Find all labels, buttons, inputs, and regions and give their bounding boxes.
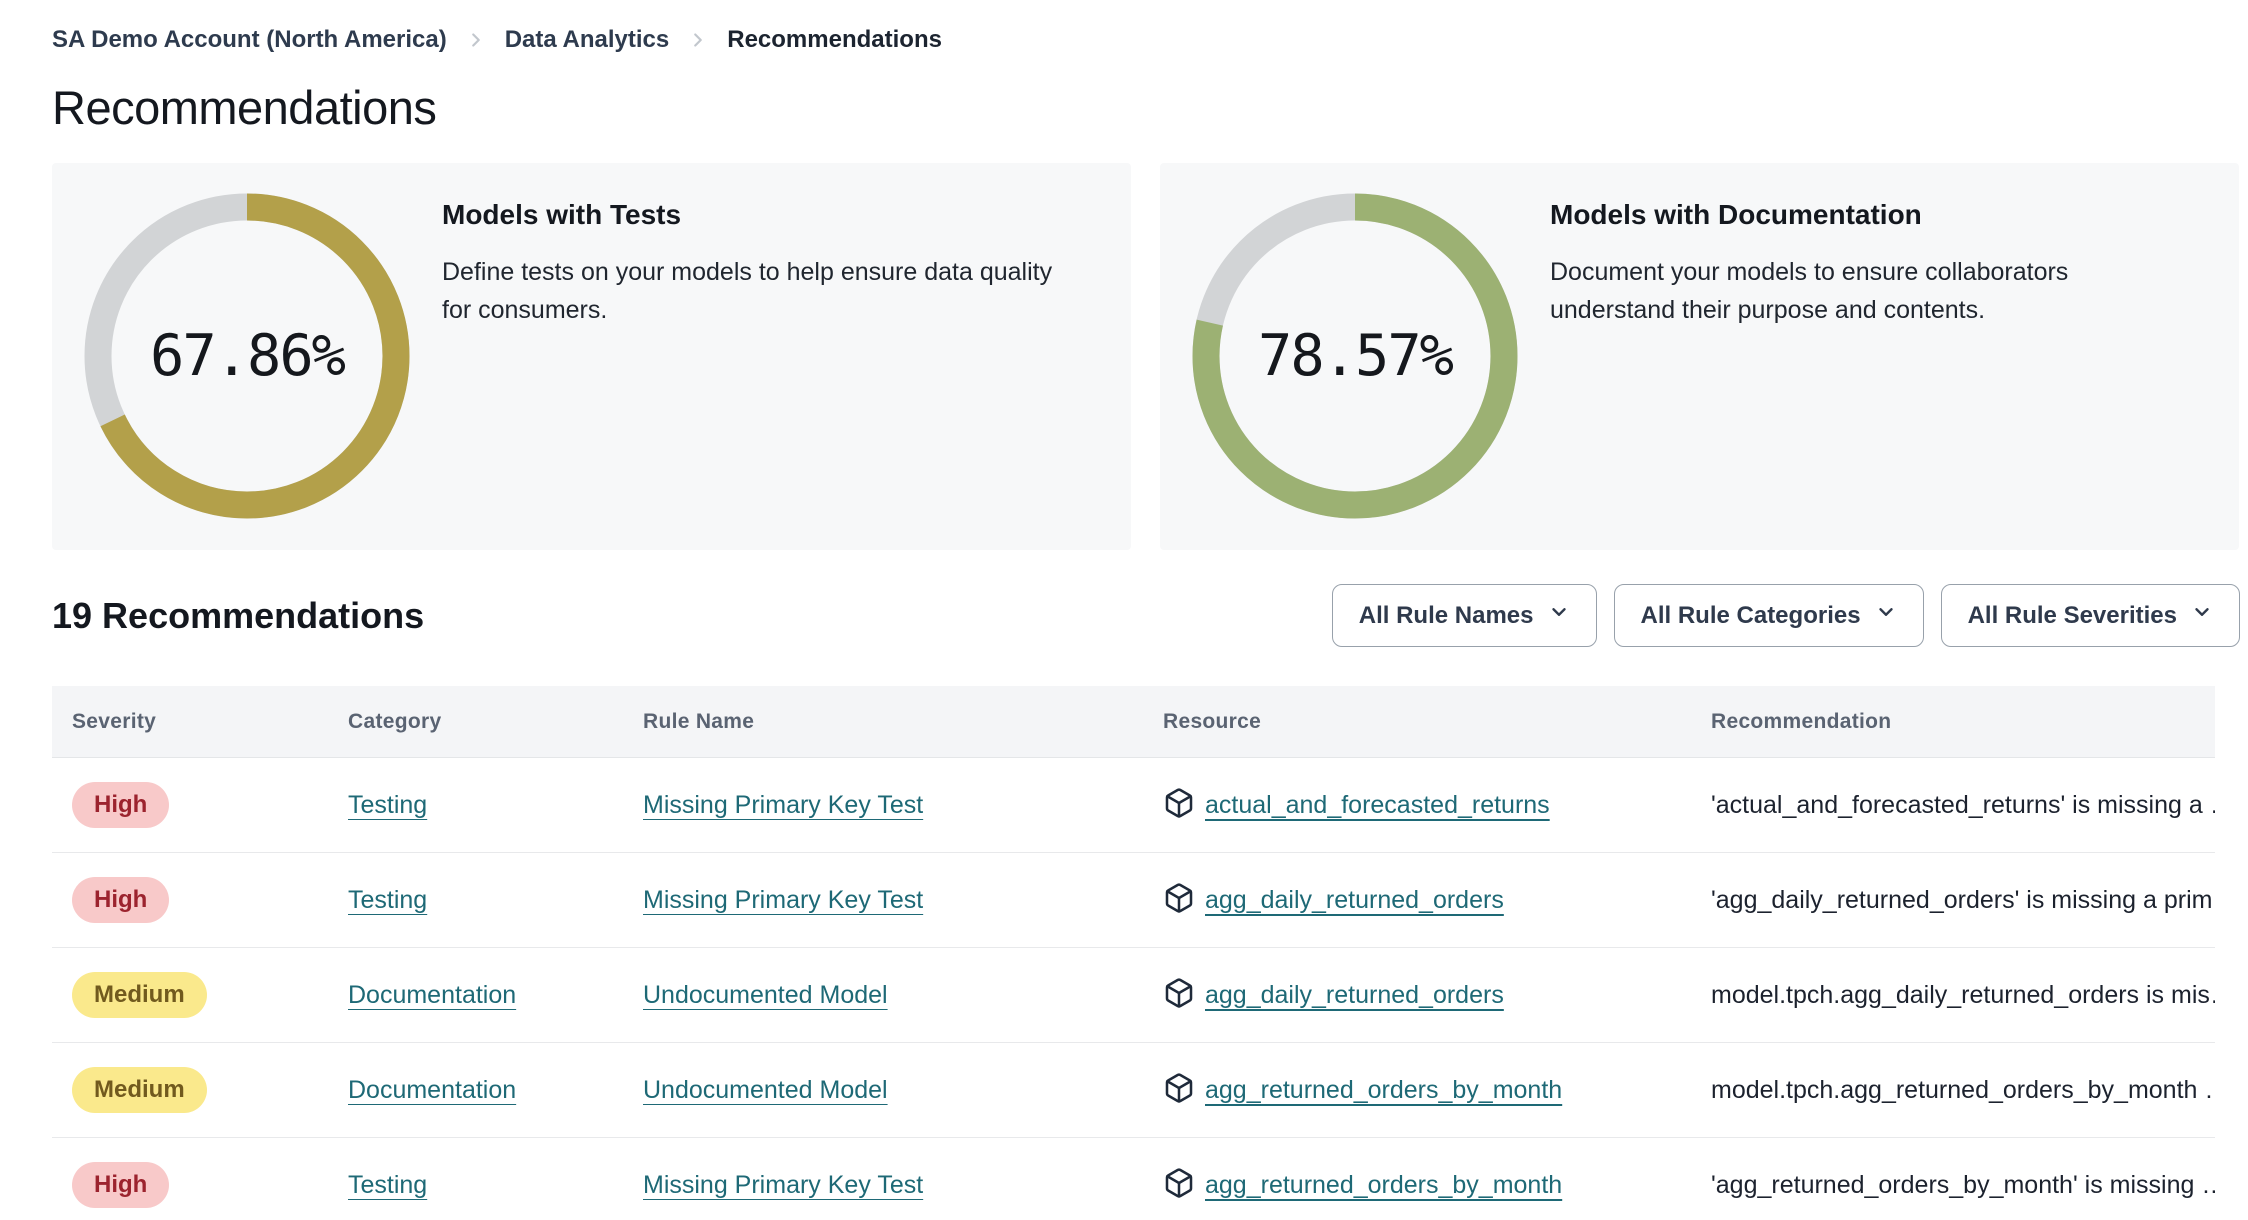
rule-names-filter-dropdown[interactable]: All Rule Names xyxy=(1331,584,1597,647)
rule-severities-filter-dropdown[interactable]: All Rule Severities xyxy=(1940,584,2240,647)
category-link[interactable]: Testing xyxy=(348,791,427,819)
column-header-category: Category xyxy=(348,709,442,733)
rule-name-link[interactable]: Undocumented Model xyxy=(643,981,888,1009)
model-cube-icon xyxy=(1163,1072,1195,1109)
category-link[interactable]: Testing xyxy=(348,886,427,914)
severity-badge: Medium xyxy=(72,972,207,1018)
filter-label: All Rule Names xyxy=(1358,601,1534,629)
table-row: High Testing Missing Primary Key Test ag… xyxy=(52,1138,2215,1220)
category-link[interactable]: Documentation xyxy=(348,1076,516,1104)
column-header-resource: Resource xyxy=(1163,709,1262,733)
column-header-recommendation: Recommendation xyxy=(1711,709,1892,733)
severity-badge: High xyxy=(72,782,170,828)
recommendation-text: 'agg_daily_returned_orders' is missing a… xyxy=(1711,885,2215,914)
models-with-tests-card: 67.86% Models with Tests Define tests on… xyxy=(52,163,1131,550)
breadcrumb-item-project[interactable]: Data Analytics xyxy=(505,26,670,54)
resource-link[interactable]: agg_daily_returned_orders xyxy=(1205,981,1504,1010)
card-description: Define tests on your models to help ensu… xyxy=(442,258,1053,324)
tests-donut-chart: 67.86% xyxy=(82,191,412,521)
resource-link[interactable]: agg_returned_orders_by_month xyxy=(1205,1076,1562,1105)
rule-categories-filter-dropdown[interactable]: All Rule Categories xyxy=(1613,584,1924,647)
documentation-percent-value: 78.57% xyxy=(1258,323,1454,389)
tests-percent-value: 67.86% xyxy=(150,323,346,389)
column-header-severity: Severity xyxy=(72,709,157,733)
chevron-down-icon xyxy=(2191,601,2213,630)
table-row: Medium Documentation Undocumented Model … xyxy=(52,948,2215,1043)
resource-link[interactable]: actual_and_forecasted_returns xyxy=(1205,791,1550,820)
card-title: Models with Documentation xyxy=(1550,199,1922,230)
recommendation-text: model.tpch.agg_daily_returned_orders is … xyxy=(1711,980,2215,1009)
model-cube-icon xyxy=(1163,1167,1195,1204)
recommendation-text: 'actual_and_forecasted_returns' is missi… xyxy=(1711,790,2215,819)
resource-link[interactable]: agg_daily_returned_orders xyxy=(1205,886,1504,915)
model-cube-icon xyxy=(1163,787,1195,824)
breadcrumb-chevron-icon xyxy=(687,29,709,51)
models-with-documentation-card: 78.57% Models with Documentation Documen… xyxy=(1160,163,2239,550)
card-title: Models with Tests xyxy=(442,199,682,230)
category-link[interactable]: Documentation xyxy=(348,981,516,1009)
page-title: Recommendations xyxy=(52,81,437,134)
summary-cards: 67.86% Models with Tests Define tests on… xyxy=(52,163,2240,550)
card-description: Document your models to ensure collabora… xyxy=(1550,258,2069,324)
rule-name-link[interactable]: Missing Primary Key Test xyxy=(643,886,923,914)
recommendation-text: model.tpch.agg_returned_orders_by_month … xyxy=(1711,1075,2215,1104)
recommendations-count-heading: 19 Recommendations xyxy=(52,594,425,636)
table-header-row: Severity Category Rule Name Resource Rec… xyxy=(52,686,2215,758)
breadcrumb: SA Demo Account (North America) Data Ana… xyxy=(52,24,2248,56)
table-row: Medium Documentation Undocumented Model … xyxy=(52,1043,2215,1138)
breadcrumb-chevron-icon xyxy=(465,29,487,51)
severity-badge: High xyxy=(72,877,170,923)
filter-bar: All Rule Names All Rule Categories All R… xyxy=(1331,584,2240,647)
severity-badge: High xyxy=(72,1162,170,1208)
chevron-down-icon xyxy=(1875,601,1897,630)
category-link[interactable]: Testing xyxy=(348,1171,427,1199)
model-cube-icon xyxy=(1163,977,1195,1014)
breadcrumb-item-current: Recommendations xyxy=(727,26,942,53)
model-cube-icon xyxy=(1163,882,1195,919)
column-header-rule-name: Rule Name xyxy=(643,709,755,733)
rule-name-link[interactable]: Missing Primary Key Test xyxy=(643,791,923,819)
recommendations-table: Severity Category Rule Name Resource Rec… xyxy=(52,686,2215,1220)
rule-name-link[interactable]: Missing Primary Key Test xyxy=(643,1171,923,1199)
recommendations-page: SA Demo Account (North America) Data Ana… xyxy=(0,0,2248,1220)
documentation-donut-chart: 78.57% xyxy=(1190,191,1520,521)
rule-name-link[interactable]: Undocumented Model xyxy=(643,1076,888,1104)
table-body: High Testing Missing Primary Key Test ac… xyxy=(52,758,2215,1220)
filter-label: All Rule Severities xyxy=(1967,601,2177,629)
recommendation-text: 'agg_returned_orders_by_month' is missin… xyxy=(1711,1170,2215,1199)
filter-label: All Rule Categories xyxy=(1640,601,1861,629)
severity-badge: Medium xyxy=(72,1067,207,1113)
chevron-down-icon xyxy=(1548,601,1570,630)
table-row: High Testing Missing Primary Key Test ac… xyxy=(52,758,2215,853)
resource-link[interactable]: agg_returned_orders_by_month xyxy=(1205,1171,1562,1200)
table-row: High Testing Missing Primary Key Test ag… xyxy=(52,853,2215,948)
list-header: 19 Recommendations All Rule Names All Ru… xyxy=(52,584,2240,647)
breadcrumb-item-account[interactable]: SA Demo Account (North America) xyxy=(52,26,447,54)
